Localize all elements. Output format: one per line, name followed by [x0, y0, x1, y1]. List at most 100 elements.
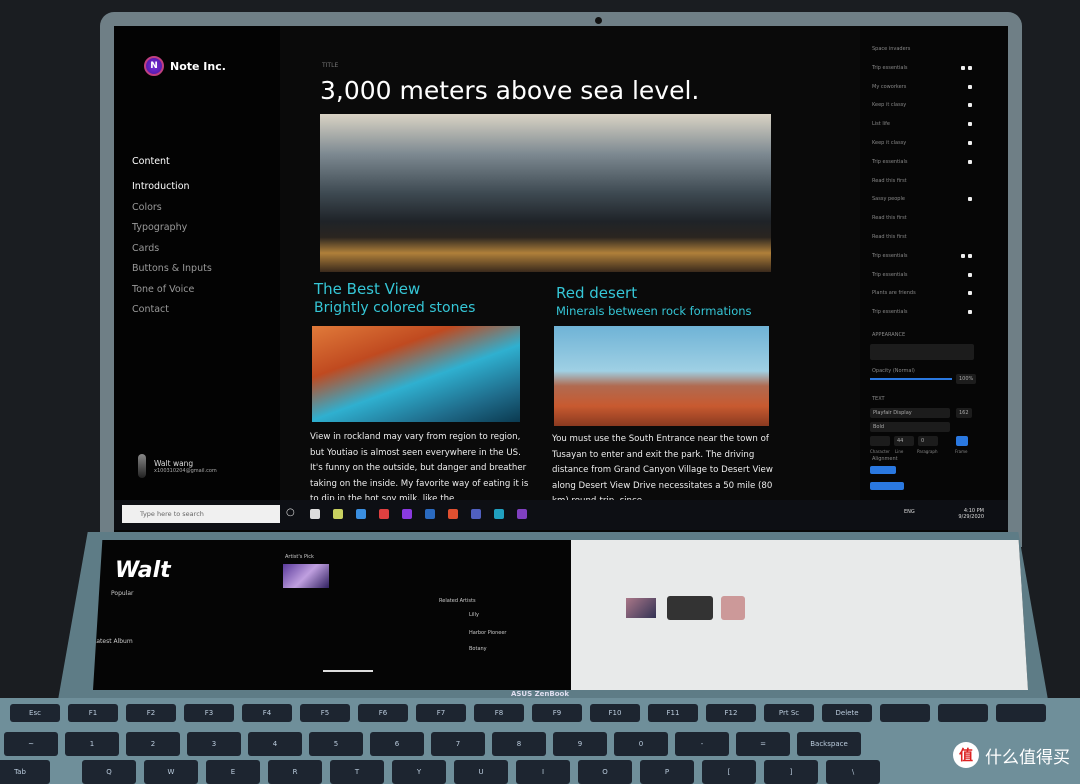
key[interactable]: E: [206, 760, 260, 784]
key[interactable]: 6: [370, 732, 424, 756]
layer-item[interactable]: Trip essentials: [872, 309, 907, 315]
key[interactable]: I: [516, 760, 570, 784]
font-weight-select[interactable]: Bold: [870, 422, 950, 432]
key[interactable]: F4: [242, 704, 292, 722]
layer-item[interactable]: Sassy people: [872, 196, 905, 202]
artist-item[interactable]: Botany: [469, 646, 487, 652]
key[interactable]: 9: [553, 732, 607, 756]
key[interactable]: [996, 704, 1046, 722]
taskbar-search[interactable]: Type here to search: [122, 505, 280, 523]
key[interactable]: W: [144, 760, 198, 784]
key[interactable]: =: [736, 732, 790, 756]
key[interactable]: 3: [187, 732, 241, 756]
paragraph-input[interactable]: 0: [918, 436, 938, 446]
layer-item[interactable]: Keep it classy: [872, 140, 906, 146]
key[interactable]: 1: [65, 732, 119, 756]
layer-item[interactable]: Read this first: [872, 215, 907, 221]
layer-item[interactable]: My coworkers: [872, 84, 906, 90]
frame-button[interactable]: [956, 436, 968, 446]
layer-item[interactable]: Read this first: [872, 178, 907, 184]
taskbar-app-icon[interactable]: [379, 509, 389, 519]
visibility-icon[interactable]: [968, 122, 972, 127]
key[interactable]: [938, 704, 988, 722]
layer-item[interactable]: Trip essentials: [872, 65, 907, 71]
font-select[interactable]: Playfair Display: [870, 408, 950, 418]
key[interactable]: F6: [358, 704, 408, 722]
sidebar-item-buttons-inputs[interactable]: Buttons & Inputs: [132, 263, 212, 284]
taskbar-app-icon[interactable]: [402, 509, 412, 519]
layer-item[interactable]: Trip essentials: [872, 159, 907, 165]
sidebar-item-colors[interactable]: Colors: [132, 202, 212, 223]
taskbar-app-icon[interactable]: [494, 509, 504, 519]
taskbar-app-icon[interactable]: [333, 509, 343, 519]
layer-item[interactable]: Trip essentials: [872, 272, 907, 278]
key[interactable]: F7: [416, 704, 466, 722]
key[interactable]: Y: [392, 760, 446, 784]
character-input[interactable]: [870, 436, 890, 446]
key[interactable]: Esc: [10, 704, 60, 722]
blend-select[interactable]: [870, 344, 974, 360]
opacity-slider[interactable]: [870, 378, 952, 380]
chat-image[interactable]: [626, 598, 656, 618]
key[interactable]: ]: [764, 760, 818, 784]
key[interactable]: U: [454, 760, 508, 784]
cortana-icon[interactable]: ○: [286, 507, 295, 518]
playback-progress[interactable]: [323, 670, 373, 672]
key[interactable]: 0: [614, 732, 668, 756]
key[interactable]: 4: [248, 732, 302, 756]
opacity-value[interactable]: 100%: [956, 374, 977, 384]
sidebar-item-contact[interactable]: Contact: [132, 304, 212, 325]
layer-item[interactable]: Trip essentials: [872, 253, 907, 259]
key[interactable]: Prt Sc: [764, 704, 814, 722]
sidebar-item-tone-of-voice[interactable]: Tone of Voice: [132, 284, 212, 305]
taskbar-app-icon[interactable]: [471, 509, 481, 519]
language-indicator[interactable]: ENG: [904, 509, 915, 515]
layer-item[interactable]: Space invaders: [872, 46, 910, 52]
key[interactable]: F10: [590, 704, 640, 722]
align-left-button[interactable]: [870, 466, 896, 474]
key[interactable]: Q: [82, 760, 136, 784]
visibility-icon[interactable]: [968, 65, 972, 70]
visibility-icon[interactable]: [968, 310, 972, 315]
visibility-icon[interactable]: [968, 253, 972, 258]
key[interactable]: R: [268, 760, 322, 784]
key[interactable]: Delete: [822, 704, 872, 722]
chat-image[interactable]: [721, 596, 745, 620]
key[interactable]: F11: [648, 704, 698, 722]
key[interactable]: T: [330, 760, 384, 784]
key[interactable]: [: [702, 760, 756, 784]
user-profile[interactable]: Walt wang x100310204@gmail.com: [138, 454, 217, 478]
visibility-icon[interactable]: [968, 197, 972, 202]
key[interactable]: 7: [431, 732, 485, 756]
key[interactable]: F1: [68, 704, 118, 722]
visibility-icon[interactable]: [968, 141, 972, 145]
visibility-icon[interactable]: [968, 272, 972, 277]
layer-item[interactable]: Read this first: [872, 234, 907, 240]
key[interactable]: Backspace: [797, 732, 861, 756]
key[interactable]: 8: [492, 732, 546, 756]
taskbar-app-icon[interactable]: [448, 509, 458, 519]
key[interactable]: ~: [4, 732, 58, 756]
visibility-icon[interactable]: [961, 65, 965, 70]
key[interactable]: \: [826, 760, 880, 784]
key[interactable]: F3: [184, 704, 234, 722]
visibility-icon[interactable]: [968, 159, 972, 164]
line-height-input[interactable]: 44: [894, 436, 914, 446]
taskbar-app-icon[interactable]: [356, 509, 366, 519]
artist-item[interactable]: Harbor Pioneer: [469, 630, 507, 636]
key[interactable]: 5: [309, 732, 363, 756]
taskbar-app-icon[interactable]: [517, 509, 527, 519]
key[interactable]: F9: [532, 704, 582, 722]
artist-item[interactable]: Lilly: [469, 612, 479, 618]
align-top-button[interactable]: [870, 482, 904, 490]
key[interactable]: Tab: [0, 760, 50, 784]
sidebar-item-cards[interactable]: Cards: [132, 243, 212, 264]
key[interactable]: P: [640, 760, 694, 784]
taskbar-app-icon[interactable]: [425, 509, 435, 519]
layer-item[interactable]: List life: [872, 121, 890, 127]
chat-image[interactable]: [667, 596, 713, 620]
key[interactable]: F12: [706, 704, 756, 722]
layer-item[interactable]: Plants are friends: [872, 290, 916, 296]
visibility-icon[interactable]: [968, 291, 972, 296]
key[interactable]: 2: [126, 732, 180, 756]
